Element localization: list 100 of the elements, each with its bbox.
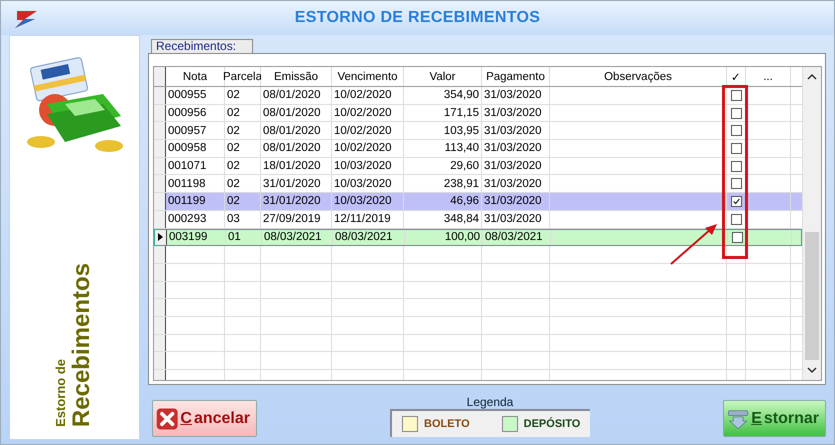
legend-label: BOLETO bbox=[424, 418, 470, 430]
table-row[interactable]: 000957 02 08/01/2020 10/02/2020 103,95 31/03/2020 bbox=[154, 122, 802, 140]
table-cell: 31/03/2020 bbox=[482, 193, 550, 210]
row-indicator bbox=[154, 299, 166, 316]
row-indicator bbox=[154, 316, 166, 334]
table-cell: 001071 bbox=[166, 158, 225, 174]
group-label: Recebimentos: bbox=[151, 39, 254, 53]
sidebar-title: Recebimentos bbox=[68, 262, 96, 427]
table-cell: 10/02/2020 bbox=[332, 122, 404, 140]
checkbox[interactable] bbox=[730, 125, 742, 136]
confirm-button[interactable]: Estornar bbox=[723, 400, 826, 437]
checkbox[interactable] bbox=[730, 178, 742, 190]
checkbox[interactable] bbox=[730, 108, 742, 119]
table-cell: 003199 bbox=[167, 230, 226, 246]
table-cell: 31/03/2020 bbox=[482, 140, 550, 157]
table-cell: 31/03/2020 bbox=[482, 122, 550, 140]
table-cell: 08/03/2021 bbox=[483, 230, 551, 246]
checkbox[interactable] bbox=[730, 160, 742, 172]
checkbox[interactable] bbox=[730, 142, 742, 154]
table-cell: 10/03/2020 bbox=[332, 193, 404, 210]
row-indicator bbox=[154, 334, 166, 352]
column-header[interactable]: Parcela bbox=[225, 67, 261, 86]
table-cell: 171,15 bbox=[404, 104, 482, 122]
row-indicator bbox=[154, 67, 166, 86]
table-cell: 348,84 bbox=[404, 210, 482, 228]
table-cell: 02 bbox=[225, 175, 261, 192]
table-cell: 238,91 bbox=[404, 175, 482, 192]
row-indicator bbox=[154, 193, 166, 210]
table-cell: 31/01/2020 bbox=[261, 175, 332, 192]
table-cell: 10/03/2020 bbox=[332, 158, 404, 174]
table-row[interactable]: 000956 02 08/01/2020 10/02/2020 171,15 31/03/2020 bbox=[154, 104, 802, 122]
checkbox[interactable] bbox=[730, 90, 742, 101]
checkbox[interactable] bbox=[730, 214, 742, 225]
row-indicator bbox=[154, 175, 166, 192]
row-indicator bbox=[154, 246, 166, 263]
table-cell: 31/01/2020 bbox=[261, 193, 332, 210]
table-cell: 08/01/2020 bbox=[261, 87, 332, 104]
table-row[interactable]: 000958 02 08/01/2020 10/02/2020 113,40 31/03/2020 bbox=[154, 140, 802, 158]
table-cell: 02 bbox=[225, 104, 261, 122]
table-cell: 02 bbox=[225, 122, 261, 140]
row-indicator bbox=[154, 264, 166, 281]
legend-label: DEPÓSITO bbox=[524, 418, 580, 430]
row-indicator bbox=[154, 122, 166, 140]
scroll-thumb[interactable] bbox=[805, 232, 819, 360]
table-cell: 000957 bbox=[166, 122, 225, 140]
row-indicator bbox=[154, 140, 166, 157]
legend-title: Legenda bbox=[466, 395, 514, 409]
table-row[interactable]: 000955 02 08/01/2020 10/02/2020 354,90 31/03/2020 bbox=[154, 87, 802, 105]
table-cell: 31/03/2020 bbox=[482, 175, 550, 192]
table-cell: 001198 bbox=[166, 175, 225, 192]
table-cell: 10/03/2020 bbox=[332, 175, 404, 192]
table-cell: 29,60 bbox=[404, 158, 482, 174]
table-cell: 354,90 bbox=[404, 87, 482, 104]
table-cell: 12/11/2019 bbox=[332, 210, 404, 228]
table-row[interactable]: 003199 01 08/03/2021 08/03/2021 100,00 08/03/2021 bbox=[154, 228, 802, 246]
table-cell: 08/01/2020 bbox=[261, 122, 332, 140]
table-cell: 02 bbox=[225, 193, 261, 210]
scroll-down-icon[interactable] bbox=[807, 365, 817, 375]
table-cell: 31/03/2020 bbox=[482, 210, 550, 228]
table-cell: 000956 bbox=[166, 104, 225, 122]
table-cell: 100,00 bbox=[405, 230, 483, 246]
cancel-button[interactable]: Cancelar bbox=[152, 400, 257, 437]
row-indicator bbox=[154, 282, 166, 298]
table-cell: 02 bbox=[225, 158, 261, 174]
table-row[interactable]: 001199 02 31/01/2020 10/03/2020 46,96 31/03/2020 bbox=[154, 193, 802, 211]
checkbox[interactable] bbox=[732, 232, 742, 243]
table-cell: 31/03/2020 bbox=[482, 158, 550, 174]
table-row[interactable]: 001071 02 18/01/2020 10/03/2020 29,60 31/03/2020 bbox=[154, 158, 802, 176]
table-cell: 31/03/2020 bbox=[482, 87, 550, 104]
table-cell: 08/03/2021 bbox=[333, 230, 405, 246]
table-cell: 02 bbox=[225, 87, 261, 104]
row-indicator bbox=[154, 87, 166, 104]
table-cell: 000958 bbox=[166, 140, 225, 157]
sidebar-subtitle: Estorno de bbox=[53, 359, 68, 427]
table-cell: 10/02/2020 bbox=[332, 140, 404, 157]
table-cell: 31/03/2020 bbox=[482, 104, 550, 122]
table-cell: 08/01/2020 bbox=[261, 140, 332, 157]
scrollbar[interactable] bbox=[802, 67, 821, 380]
table-cell: 18/01/2020 bbox=[261, 158, 332, 174]
table-cell: 03 bbox=[225, 210, 261, 228]
table-cell: 103,95 bbox=[404, 122, 482, 140]
table-cell: 10/02/2020 bbox=[332, 104, 404, 122]
window-title: ESTORNO DE RECEBIMENTOS bbox=[294, 9, 542, 27]
table-cell: 113,40 bbox=[404, 140, 482, 157]
table-cell: 10/02/2020 bbox=[332, 87, 404, 104]
row-indicator bbox=[154, 104, 166, 122]
column-header[interactable]: Emissão bbox=[261, 67, 332, 86]
table-cell: 08/03/2021 bbox=[262, 230, 333, 246]
scroll-up-icon[interactable] bbox=[807, 72, 817, 82]
table-cell: 000293 bbox=[166, 210, 225, 228]
table-cell: 08/01/2020 bbox=[261, 104, 332, 122]
arrow bbox=[669, 222, 719, 266]
table-cell: 27/09/2019 bbox=[261, 210, 332, 228]
row-indicator bbox=[154, 158, 166, 174]
table-cell: 02 bbox=[225, 140, 261, 157]
table-cell: 000955 bbox=[166, 87, 225, 104]
table-cell: 001199 bbox=[166, 193, 225, 210]
checkbox[interactable] bbox=[730, 196, 742, 207]
table-cell: 01 bbox=[226, 230, 262, 246]
table-cell: 46,96 bbox=[404, 193, 482, 210]
